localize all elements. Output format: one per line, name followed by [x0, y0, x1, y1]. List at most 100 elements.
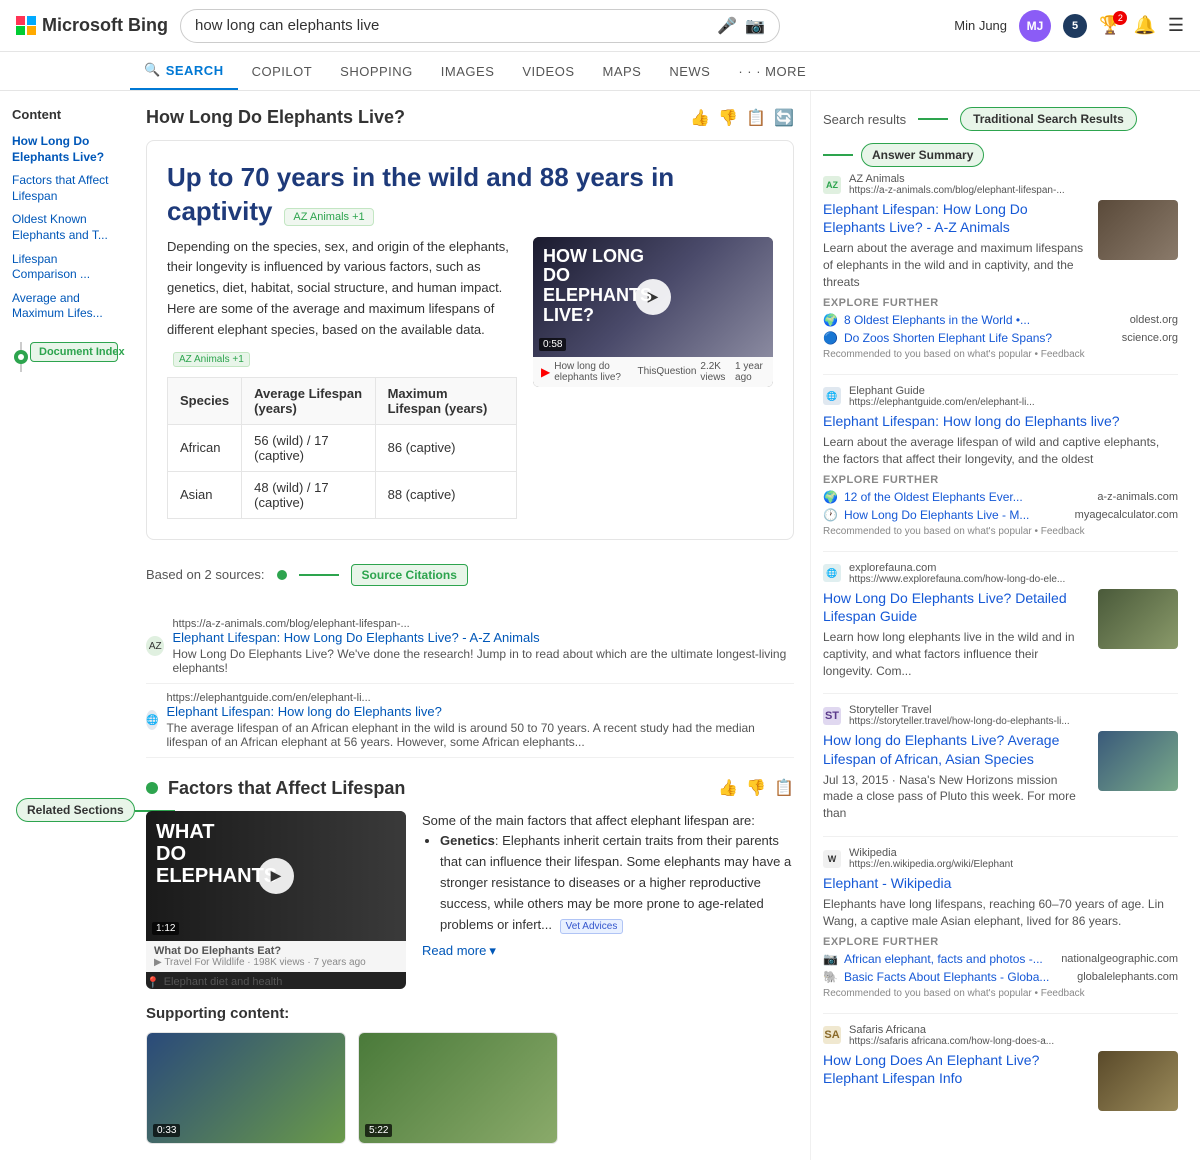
sidebar-item-factors[interactable]: Factors that Affect Lifespan	[12, 173, 118, 204]
az-explore-2-text[interactable]: Do Zoos Shorten Elephant Life Spans?	[844, 331, 1116, 345]
eg-explore-2-text[interactable]: How Long Do Elephants Live - M...	[844, 508, 1069, 522]
read-more-button[interactable]: Read more ▾	[422, 941, 794, 962]
video-source: ThisQuestion	[637, 366, 696, 377]
thumbs-up-icon[interactable]: 👍	[690, 108, 710, 128]
notification-icon[interactable]: 🔔	[1133, 15, 1155, 36]
support-card-2[interactable]: 5:22	[358, 1032, 558, 1144]
answer-summary-connector	[823, 154, 853, 156]
eg-explore-1-text[interactable]: 12 of the Oldest Elephants Ever...	[844, 490, 1091, 504]
traditional-search-badge[interactable]: Traditional Search Results	[960, 107, 1137, 131]
factor-genetics: Genetics: Elephants inherit certain trai…	[440, 831, 794, 935]
wiki-explore-1-text[interactable]: African elephant, facts and photos -...	[844, 952, 1055, 966]
tab-shopping[interactable]: SHOPPING	[326, 54, 427, 89]
factors-thumbs-up-icon[interactable]: 👍	[718, 778, 738, 798]
document-index-badge[interactable]: Document Index	[30, 342, 118, 362]
support-card-1[interactable]: 0:33	[146, 1032, 346, 1144]
result-wikipedia: W Wikipedia https://en.wikipedia.org/wik…	[823, 847, 1178, 999]
source-citations-badge[interactable]: Source Citations	[351, 564, 468, 586]
wiki-explore-1[interactable]: 📷 African elephant, facts and photos -..…	[823, 952, 1178, 966]
search-results-header: Search results Traditional Search Result…	[823, 107, 1178, 131]
share-icon[interactable]: 📋	[746, 108, 766, 128]
source-badge[interactable]: AZ Animals +1	[284, 208, 373, 226]
reward-icon[interactable]: 🏆 2	[1099, 15, 1121, 36]
sidebar-title: Content	[12, 107, 118, 122]
az-result-title[interactable]: Elephant Lifespan: How Long Do Elephants…	[823, 200, 1088, 236]
tab-search[interactable]: 🔍 SEARCH	[130, 52, 238, 90]
tab-images[interactable]: IMAGES	[427, 54, 509, 89]
tab-more[interactable]: · · · MORE	[724, 54, 820, 89]
az-explore-2[interactable]: 🔵 Do Zoos Shorten Elephant Life Spans? s…	[823, 331, 1178, 345]
st-result-title[interactable]: How long do Elephants Live? Average Life…	[823, 731, 1088, 767]
tab-copilot[interactable]: COPILOT	[238, 54, 327, 89]
answer-card: Up to 70 years in the wild and 88 years …	[146, 140, 794, 540]
az-explore-1-icon: 🌍	[823, 313, 838, 327]
answer-video[interactable]: HOW LONGDOELEPHANTSLIVE? ▶ 0:58 ▶ How lo…	[533, 237, 773, 387]
answer-summary-badge[interactable]: Answer Summary	[861, 143, 984, 167]
sidebar-item-comparison[interactable]: Lifespan Comparison ...	[12, 252, 118, 283]
az-result-thumb	[1098, 200, 1178, 260]
lifespan-table: Species Average Lifespan (years) Maximum…	[167, 377, 517, 519]
wiki-explore-2-text[interactable]: Basic Facts About Elephants - Globa...	[844, 970, 1071, 984]
st-result-thumb	[1098, 731, 1178, 791]
species-asian: Asian	[168, 471, 242, 518]
factor-video-time: 7 years ago	[313, 957, 365, 968]
az-explore-1[interactable]: 🌍 8 Oldest Elephants in the World •... o…	[823, 313, 1178, 327]
az-explore-1-source: oldest.org	[1130, 314, 1178, 326]
answer-text: Depending on the species, sex, and origi…	[167, 237, 517, 341]
refresh-icon[interactable]: 🔄	[774, 108, 794, 128]
microphone-icon[interactable]: 🎤	[717, 16, 737, 36]
factor-video[interactable]: WHATDOELEPHANTS ▶ 1:12 What Do Elephants…	[146, 811, 406, 989]
sidebar-item-oldest[interactable]: Oldest Known Elephants and T...	[12, 212, 118, 243]
camera-icon[interactable]: 📷	[745, 16, 765, 36]
related-sections-badge[interactable]: Related Sections	[16, 798, 135, 822]
az-animals-tag[interactable]: AZ Animals +1	[173, 352, 250, 367]
citation-favicon-eg: 🌐	[146, 710, 158, 730]
search-bar[interactable]: 🎤 📷	[180, 9, 780, 43]
factors-share-icon[interactable]: 📋	[774, 778, 794, 798]
citation-eg-title[interactable]: Elephant Lifespan: How long do Elephants…	[166, 704, 794, 719]
answer-content: Depending on the species, sex, and origi…	[167, 237, 773, 519]
wiki-explore-2-source: globalelephants.com	[1077, 971, 1178, 983]
factor-video-title: What Do Elephants Eat?	[154, 945, 398, 957]
doc-index-container: Document Index	[12, 342, 118, 362]
ef-favicon: 🌐	[823, 564, 841, 582]
menu-icon[interactable]: ☰	[1168, 15, 1184, 36]
eg-favicon: 🌐	[823, 387, 841, 405]
sidebar-item-average[interactable]: Average and Maximum Lifes...	[12, 291, 118, 322]
tab-videos[interactable]: VIDEOS	[508, 54, 588, 89]
tab-news[interactable]: NEWS	[655, 54, 724, 89]
sa-result-title[interactable]: How Long Does An Elephant Live? Elephant…	[823, 1051, 1088, 1087]
factors-section-dot	[146, 782, 158, 794]
related-sections-annotation: Related Sections	[16, 798, 135, 822]
video-duration: 0:58	[539, 338, 566, 351]
st-result-content: How long do Elephants Live? Average Life…	[823, 731, 1088, 822]
sidebar-item-lifespan[interactable]: How Long Do Elephants Live?	[12, 134, 118, 165]
eg-explore-1[interactable]: 🌍 12 of the Oldest Elephants Ever... a-z…	[823, 490, 1178, 504]
factor-video-source: ▶ Travel For Wildlife · 198K views · 7 y…	[154, 957, 398, 968]
search-results-label: Search results	[823, 112, 906, 127]
wiki-result-title[interactable]: Elephant - Wikipedia	[823, 874, 1178, 892]
eg-result-title[interactable]: Elephant Lifespan: How long do Elephants…	[823, 412, 1178, 430]
nav-tabs: 🔍 SEARCH COPILOT SHOPPING IMAGES VIDEOS …	[0, 52, 1200, 91]
factors-thumbs-down-icon[interactable]: 👎	[746, 778, 766, 798]
search-input[interactable]	[195, 17, 709, 34]
ef-url: https://www.explorefauna.com/how-long-do…	[849, 574, 1065, 585]
citation-az-title[interactable]: Elephant Lifespan: How Long Do Elephants…	[172, 630, 794, 645]
factor-video-play[interactable]: ▶	[258, 858, 294, 894]
divider-1	[823, 374, 1178, 375]
factors-section-actions: 👍 👎 📋	[718, 778, 794, 798]
ef-result-title[interactable]: How Long Do Elephants Live? Detailed Lif…	[823, 589, 1088, 625]
factor-video-thumb: WHATDOELEPHANTS ▶ 1:12	[146, 811, 406, 941]
search-icons: 🎤 📷	[717, 16, 765, 36]
tab-maps[interactable]: MAPS	[589, 54, 656, 89]
wiki-explore-2[interactable]: 🐘 Basic Facts About Elephants - Globa...…	[823, 970, 1178, 984]
thumbs-down-icon[interactable]: 👎	[718, 108, 738, 128]
brand-name: Microsoft Bing	[42, 15, 168, 36]
divider-4	[823, 836, 1178, 837]
eg-explore-2[interactable]: 🕐 How Long Do Elephants Live - M... myag…	[823, 508, 1178, 522]
citation-az-url: https://a-z-animals.com/blog/elephant-li…	[172, 618, 794, 630]
az-explore-1-text[interactable]: 8 Oldest Elephants in the World •...	[844, 313, 1124, 327]
vet-badge[interactable]: Vet Advices	[560, 919, 624, 934]
eg-result-desc: Learn about the average lifespan of wild…	[823, 434, 1178, 468]
video-overlay-text: HOW LONGDOELEPHANTSLIVE?	[543, 247, 652, 326]
